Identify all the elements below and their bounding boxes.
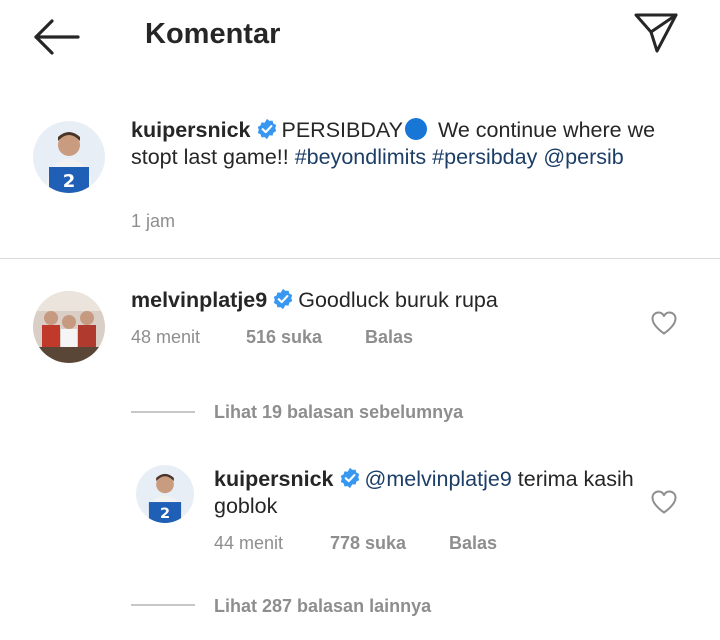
back-button[interactable]	[28, 16, 84, 58]
hashtag-persibday[interactable]: #persibday	[432, 145, 537, 169]
avatar-image: 2	[33, 121, 105, 193]
comment-avatar[interactable]	[33, 291, 105, 363]
caption-text: kuipersnick PERSIBDAY We continue where w…	[131, 117, 671, 171]
reply-time: 44 menit	[214, 533, 284, 553]
svg-text:2: 2	[63, 171, 76, 192]
thread-line	[131, 604, 195, 606]
reply-text: kuipersnick @melvinplatje9 terima kasih g…	[214, 466, 634, 520]
comment-text: melvinplatje9 Goodluck buruk rupa	[131, 287, 631, 314]
avatar-image	[33, 291, 105, 363]
caption-avatar[interactable]: 2	[33, 121, 105, 193]
heart-icon	[651, 311, 677, 335]
reply-username[interactable]: kuipersnick	[214, 467, 334, 491]
verified-badge-icon	[257, 118, 276, 140]
page-title: Komentar	[145, 18, 281, 50]
reply-likes[interactable]: 778 suka	[330, 533, 406, 554]
comment-meta: 48 menit 516 suka Balas	[131, 327, 531, 349]
avatar-image: 2	[136, 465, 194, 523]
reply-avatar[interactable]: 2	[136, 465, 194, 523]
heart-icon	[651, 490, 677, 514]
verified-badge-icon	[340, 467, 359, 489]
caption-username[interactable]: kuipersnick	[131, 118, 251, 142]
svg-text:2: 2	[160, 506, 170, 522]
comment-username[interactable]: melvinplatje9	[131, 288, 267, 312]
mention-melvinplatje9[interactable]: @melvinplatje9	[365, 467, 512, 491]
comment-time: 48 menit	[131, 327, 201, 347]
share-button[interactable]	[630, 10, 682, 56]
comment-like-button[interactable]	[650, 310, 678, 336]
thread-line	[131, 411, 195, 413]
reply-meta: 44 menit 778 suka Balas	[214, 533, 614, 555]
caption-time: 1 jam	[131, 211, 176, 231]
hashtag-beyondlimits[interactable]: #beyondlimits	[295, 145, 426, 169]
reply-like-button[interactable]	[650, 489, 678, 515]
comment-likes[interactable]: 516 suka	[246, 327, 322, 348]
mention-persib[interactable]: @persib	[543, 145, 623, 169]
reply-reply-button[interactable]: Balas	[449, 533, 497, 554]
view-more-replies[interactable]: Lihat 287 balasan lainnya	[214, 596, 431, 617]
comment-reply-button[interactable]: Balas	[365, 327, 413, 348]
arrow-left-icon	[34, 19, 80, 55]
caption-text-part1: PERSIBDAY	[281, 118, 403, 142]
comment-body: Goodluck buruk rupa	[298, 288, 498, 312]
divider	[0, 258, 720, 259]
blue-circle-emoji-icon	[404, 118, 427, 140]
view-previous-replies[interactable]: Lihat 19 balasan sebelumnya	[214, 402, 463, 423]
verified-badge-icon	[274, 288, 293, 310]
paper-plane-icon	[634, 13, 678, 53]
